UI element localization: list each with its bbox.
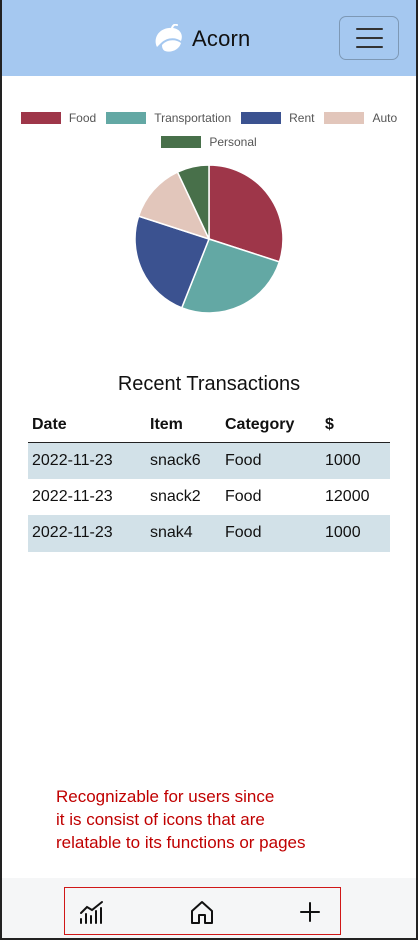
- column-header-category: Category: [221, 408, 321, 443]
- legend-item-transportation[interactable]: Transportation: [106, 111, 231, 125]
- legend-swatch: [20, 112, 61, 124]
- legend-swatch: [161, 136, 202, 148]
- table-row[interactable]: 2022-11-23 snack6 Food 1000: [28, 442, 390, 479]
- spending-pie-chart[interactable]: [132, 158, 286, 320]
- table-row[interactable]: 2022-11-23 snak4 Food 1000: [28, 515, 390, 552]
- menu-line: [355, 46, 383, 48]
- legend-label: Auto: [372, 111, 398, 125]
- menu-line: [355, 37, 383, 39]
- cell-item: snak4: [146, 515, 221, 552]
- cell-amount: 1000: [321, 515, 390, 552]
- legend-row: Personal: [0, 132, 418, 152]
- legend-label: Transportation: [154, 111, 232, 125]
- legend-label: Personal: [209, 135, 257, 149]
- annotation-line: it is consist of icons that are: [56, 810, 265, 829]
- cell-amount: 12000: [325, 487, 370, 505]
- transactions-table: Date Item Category $ 2022-11-23 snack6 F…: [28, 408, 390, 552]
- cell-item: snack2: [150, 487, 201, 505]
- app-header: Acorn: [2, 0, 416, 76]
- cell-category: Food: [225, 487, 262, 505]
- annotation-line: relatable to its functions or pages: [56, 833, 306, 852]
- brand[interactable]: Acorn: [152, 22, 250, 56]
- table-row[interactable]: 2022-11-23 snack2 Food 12000: [28, 479, 390, 516]
- nav-home-button[interactable]: [187, 897, 217, 927]
- design-annotation: Recognizable for users since it is consi…: [56, 785, 386, 854]
- legend-swatch: [324, 112, 365, 124]
- cell-date: 2022-11-23: [28, 515, 146, 552]
- legend-item-personal[interactable]: Personal: [161, 135, 257, 149]
- stats-chart-icon: [80, 901, 103, 924]
- legend-item-food[interactable]: Food: [20, 111, 97, 125]
- legend-item-rent[interactable]: Rent: [241, 111, 314, 125]
- cell-date: 2022-11-23: [32, 487, 113, 505]
- chart-legend: Food Transportation Rent Auto Personal: [0, 108, 418, 156]
- legend-label: Rent: [289, 111, 315, 125]
- hamburger-menu-button[interactable]: [339, 16, 399, 60]
- menu-line: [355, 28, 383, 30]
- legend-swatch: [241, 112, 282, 124]
- app-name: Acorn: [192, 26, 251, 51]
- annotation-line: Recognizable for users since: [56, 787, 275, 806]
- acorn-logo-icon: [155, 24, 182, 52]
- legend-label: Food: [68, 111, 97, 125]
- legend-swatch: [106, 112, 147, 124]
- home-icon: [191, 901, 213, 924]
- cell-date: 2022-11-23: [28, 442, 146, 479]
- plus-icon: [300, 902, 320, 922]
- cell-category: Food: [221, 442, 321, 479]
- nav-add-button[interactable]: [295, 897, 325, 927]
- column-header-item: Item: [146, 408, 221, 443]
- legend-item-auto[interactable]: Auto: [324, 111, 397, 125]
- column-header-amount: $: [321, 408, 390, 443]
- cell-category: Food: [221, 515, 321, 552]
- cell-item: snack6: [146, 442, 221, 479]
- recent-transactions-title: Recent Transactions: [117, 373, 301, 395]
- nav-stats-button[interactable]: [77, 897, 107, 927]
- column-header-date: Date: [28, 408, 146, 443]
- legend-row: Food Transportation Rent Auto: [0, 108, 418, 128]
- table-header-row: Date Item Category $: [28, 408, 390, 443]
- cell-amount: 1000: [321, 442, 390, 479]
